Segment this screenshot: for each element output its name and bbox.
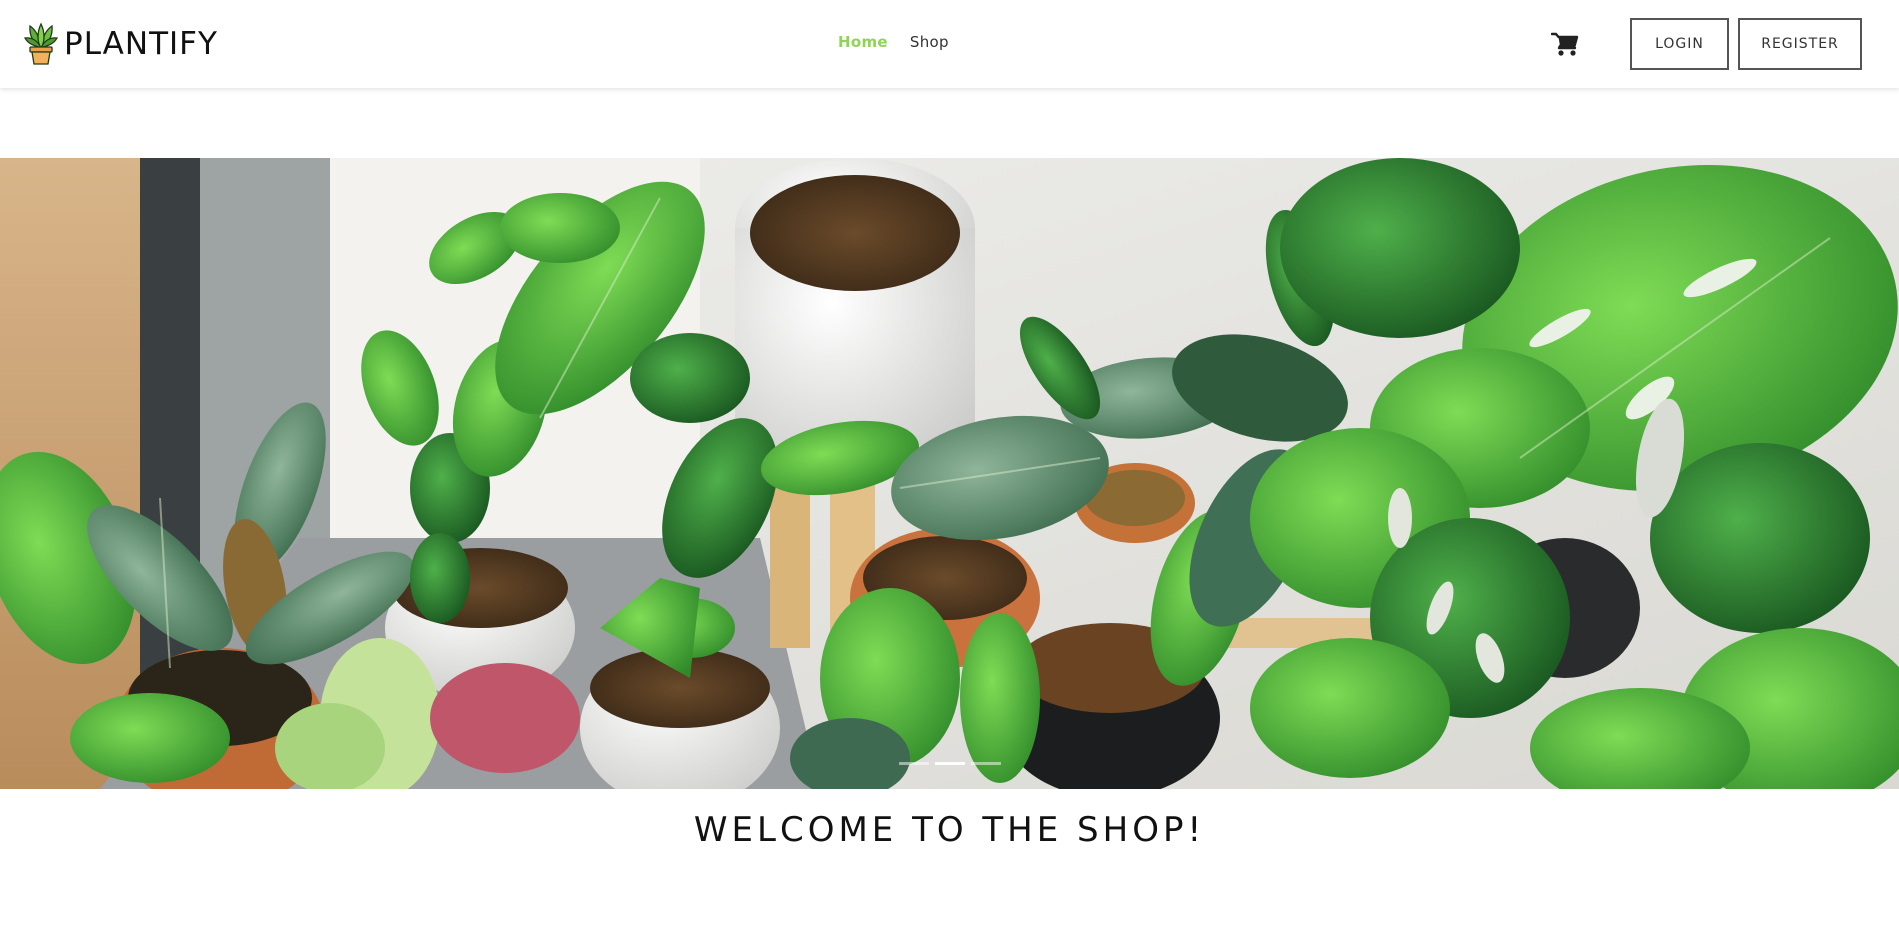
carousel-indicator-1[interactable] <box>898 762 929 765</box>
main-nav: Home Shop <box>838 33 949 51</box>
login-button[interactable]: LOGIN <box>1630 18 1729 70</box>
brand-name: PLANTIFY <box>64 26 218 62</box>
nav-link-shop[interactable]: Shop <box>910 33 949 51</box>
nav-link-home[interactable]: Home <box>838 33 888 51</box>
brand[interactable]: PLANTIFY <box>24 22 218 66</box>
shopping-cart-icon[interactable] <box>1551 31 1579 57</box>
welcome-heading: WELCOME TO THE SHOP! <box>693 810 1206 850</box>
carousel-indicator-3[interactable] <box>970 762 1001 765</box>
hero-plants-image <box>0 158 1899 789</box>
register-button[interactable]: REGISTER <box>1738 18 1862 70</box>
navbar: PLANTIFY Home Shop LOGIN REGISTER <box>0 0 1899 88</box>
carousel-indicator-2[interactable] <box>934 762 965 765</box>
potted-plant-icon <box>24 22 58 65</box>
hero-carousel <box>0 158 1899 789</box>
carousel-indicators <box>0 759 1899 769</box>
